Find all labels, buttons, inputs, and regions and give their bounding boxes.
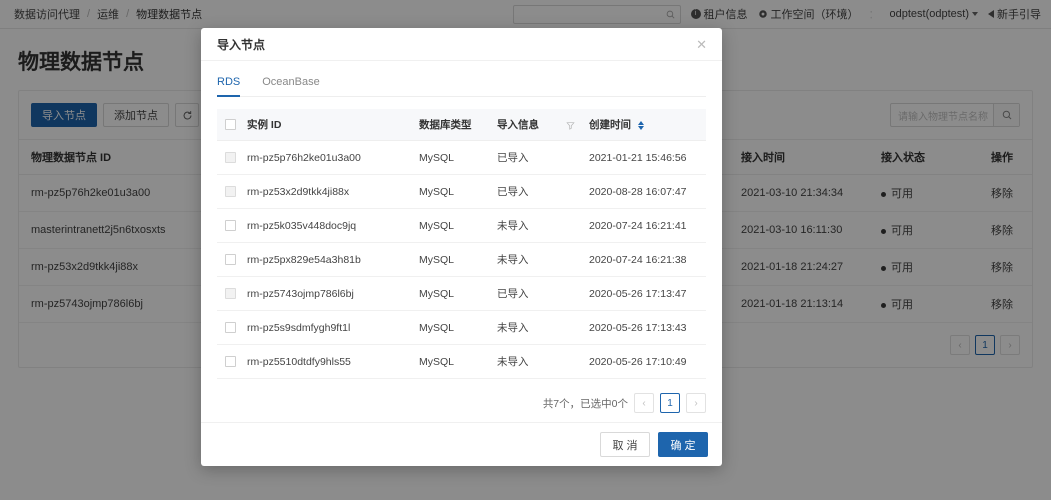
instance-id: rm-pz5p76h2ke01u3a00 bbox=[247, 140, 419, 175]
import-info: 未导入 bbox=[497, 344, 589, 379]
row-select-cell bbox=[217, 310, 247, 345]
table-header-row: 实例 ID 数据库类型 导入信息 创建时间 bbox=[217, 109, 706, 141]
instances-table: 实例 ID 数据库类型 导入信息 创建时间 rm-pz5p76h2ke01u3a… bbox=[217, 109, 706, 379]
modal-pagination: 共7个，已选中0个 ‹ 1 › bbox=[217, 379, 706, 413]
col-instance-id: 实例 ID bbox=[247, 109, 419, 141]
import-node-modal: 导入节点 ✕ RDS OceanBase 实例 ID 数据库类型 导入信息 创建… bbox=[201, 28, 722, 466]
import-info: 未导入 bbox=[497, 310, 589, 345]
col-import-info-label: 导入信息 bbox=[497, 119, 539, 131]
sort-icon[interactable] bbox=[637, 120, 644, 130]
row-checkbox bbox=[225, 288, 236, 300]
instance-id: rm-pz5510dtdfy9hls55 bbox=[247, 344, 419, 379]
table-row: rm-pz5743ojmp786l6bj MySQL 已导入 2020-05-2… bbox=[217, 276, 706, 311]
select-all-checkbox[interactable] bbox=[225, 119, 236, 131]
modal-pagination-page-1[interactable]: 1 bbox=[660, 393, 680, 413]
created-time: 2020-07-24 16:21:38 bbox=[589, 242, 706, 277]
select-all-header bbox=[217, 109, 247, 141]
tab-rds[interactable]: RDS bbox=[217, 76, 241, 97]
created-time: 2020-05-26 17:10:49 bbox=[589, 344, 706, 379]
table-row: rm-pz53x2d9tkk4ji88x MySQL 已导入 2020-08-2… bbox=[217, 174, 706, 209]
created-time: 2021-01-21 15:46:56 bbox=[589, 140, 706, 175]
confirm-button[interactable]: 确 定 bbox=[658, 432, 708, 457]
instance-id: rm-pz5743ojmp786l6bj bbox=[247, 276, 419, 311]
table-row: rm-pz5510dtdfy9hls55 MySQL 未导入 2020-05-2… bbox=[217, 344, 706, 379]
col-created-time: 创建时间 bbox=[589, 109, 706, 141]
col-db-type: 数据库类型 bbox=[419, 109, 497, 141]
table-row: rm-pz5s9sdmfygh9ft1l MySQL 未导入 2020-05-2… bbox=[217, 310, 706, 345]
row-checkbox[interactable] bbox=[225, 322, 236, 334]
instance-id: rm-pz53x2d9tkk4ji88x bbox=[247, 174, 419, 209]
sort-desc-icon bbox=[637, 125, 644, 130]
row-select-cell bbox=[217, 276, 247, 311]
import-info: 已导入 bbox=[497, 276, 589, 311]
created-time: 2020-05-26 17:13:43 bbox=[589, 310, 706, 345]
created-time: 2020-05-26 17:13:47 bbox=[589, 276, 706, 311]
instances-table-body: rm-pz5p76h2ke01u3a00 MySQL 已导入 2021-01-2… bbox=[217, 140, 706, 379]
table-row: rm-pz5p76h2ke01u3a00 MySQL 已导入 2021-01-2… bbox=[217, 140, 706, 175]
instance-id: rm-pz5px829e54a3h81b bbox=[247, 242, 419, 277]
import-info: 未导入 bbox=[497, 208, 589, 243]
modal-header: 导入节点 ✕ bbox=[201, 28, 722, 61]
created-time: 2020-08-28 16:07:47 bbox=[589, 174, 706, 209]
db-type: MySQL bbox=[419, 174, 497, 209]
tab-oceanbase[interactable]: OceanBase bbox=[262, 76, 319, 97]
db-type: MySQL bbox=[419, 276, 497, 311]
created-time: 2020-07-24 16:21:41 bbox=[589, 208, 706, 243]
row-checkbox bbox=[225, 152, 236, 164]
row-checkbox[interactable] bbox=[225, 356, 236, 368]
col-import-info: 导入信息 bbox=[497, 109, 589, 141]
row-checkbox[interactable] bbox=[225, 254, 236, 266]
modal-pagination-prev[interactable]: ‹ bbox=[634, 393, 654, 413]
col-created-time-label: 创建时间 bbox=[589, 119, 631, 131]
filter-icon[interactable] bbox=[566, 121, 575, 130]
sort-asc-icon bbox=[637, 120, 644, 125]
row-select-cell bbox=[217, 242, 247, 277]
row-select-cell bbox=[217, 344, 247, 379]
cancel-button[interactable]: 取 消 bbox=[600, 432, 650, 457]
row-select-cell bbox=[217, 174, 247, 209]
modal-pagination-next[interactable]: › bbox=[686, 393, 706, 413]
selection-summary: 共7个，已选中0个 bbox=[542, 397, 628, 410]
table-row: rm-pz5px829e54a3h81b MySQL 未导入 2020-07-2… bbox=[217, 242, 706, 277]
modal-title: 导入节点 bbox=[217, 37, 266, 52]
row-checkbox[interactable] bbox=[225, 220, 236, 232]
import-info: 已导入 bbox=[497, 174, 589, 209]
db-type: MySQL bbox=[419, 242, 497, 277]
db-type: MySQL bbox=[419, 344, 497, 379]
import-info: 已导入 bbox=[497, 140, 589, 175]
modal-body: RDS OceanBase 实例 ID 数据库类型 导入信息 创建时间 rm-p… bbox=[201, 61, 722, 422]
row-select-cell bbox=[217, 140, 247, 175]
db-type: MySQL bbox=[419, 310, 497, 345]
close-icon[interactable]: ✕ bbox=[693, 36, 710, 53]
table-row: rm-pz5k035v448doc9jq MySQL 未导入 2020-07-2… bbox=[217, 208, 706, 243]
modal-footer: 取 消 确 定 bbox=[201, 422, 722, 466]
instance-id: rm-pz5k035v448doc9jq bbox=[247, 208, 419, 243]
modal-tabs: RDS OceanBase bbox=[217, 75, 706, 97]
db-type: MySQL bbox=[419, 208, 497, 243]
instance-id: rm-pz5s9sdmfygh9ft1l bbox=[247, 310, 419, 345]
db-type: MySQL bbox=[419, 140, 497, 175]
import-info: 未导入 bbox=[497, 242, 589, 277]
row-select-cell bbox=[217, 208, 247, 243]
row-checkbox bbox=[225, 186, 236, 198]
